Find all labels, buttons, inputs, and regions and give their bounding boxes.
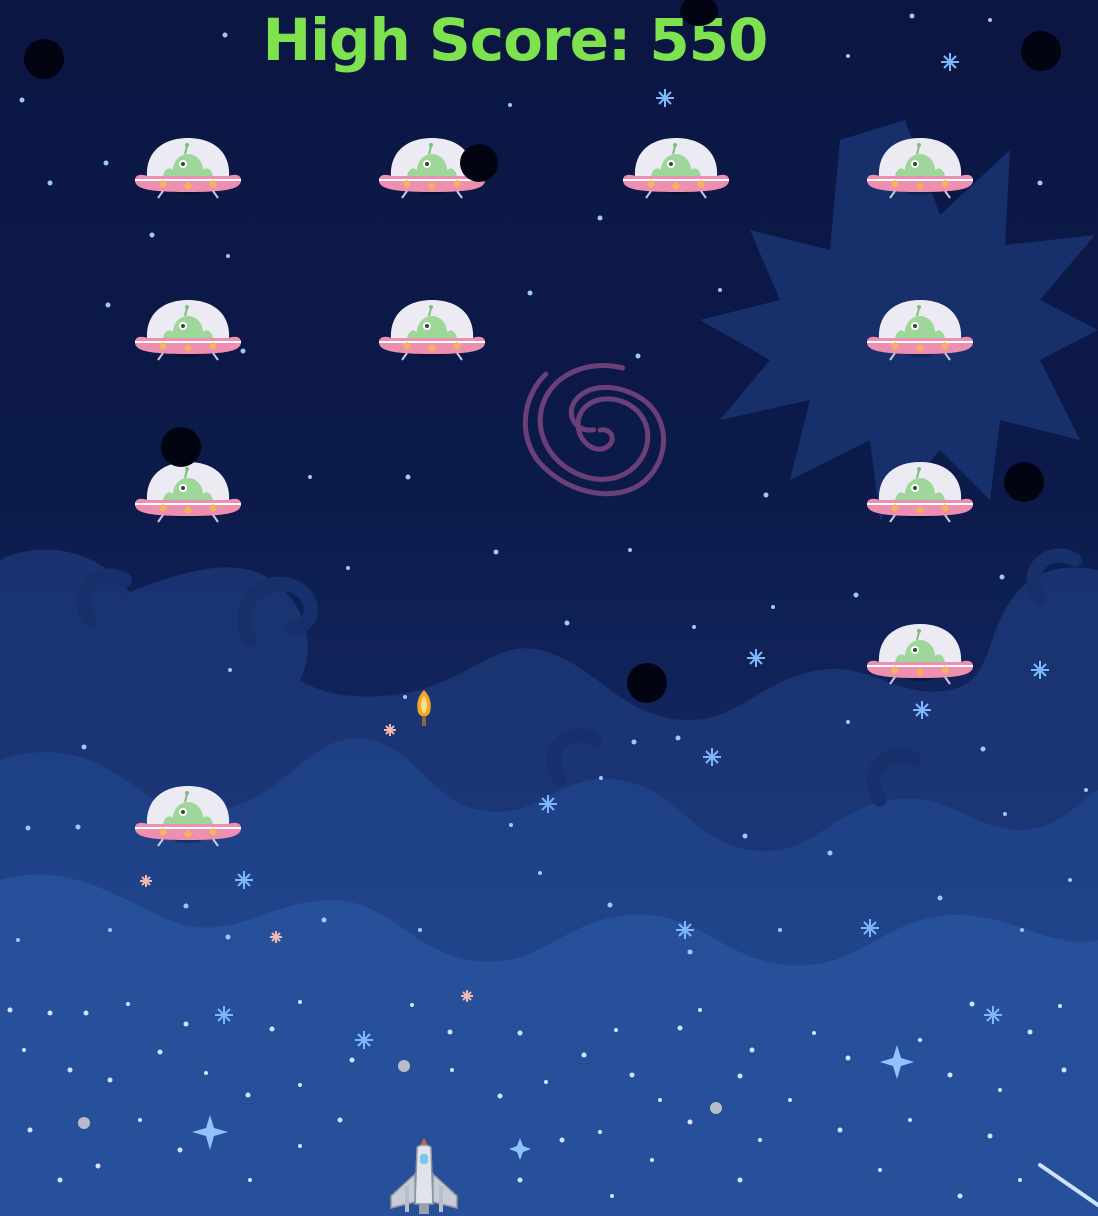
alien-ufo-icon — [134, 785, 242, 847]
flame-bullet-icon — [417, 690, 431, 726]
alien-ufo-icon — [866, 623, 974, 685]
game-canvas[interactable]: High Score: 550 — [0, 0, 1098, 1216]
black-bomb-icon — [24, 39, 64, 79]
alien-ufo-icon — [134, 461, 242, 523]
alien-ufo-icon — [134, 137, 242, 199]
black-bomb-icon — [460, 144, 498, 182]
alien-ufo-icon — [622, 137, 730, 199]
alien-ufo-icon — [866, 299, 974, 361]
black-bomb-icon — [161, 427, 201, 467]
rocket-ship-icon[interactable] — [383, 1134, 465, 1216]
alien-ufo-icon — [866, 461, 974, 523]
alien-ufo-icon — [378, 299, 486, 361]
black-bomb-icon — [1021, 31, 1061, 71]
black-bomb-icon — [627, 663, 667, 703]
alien-ufo-icon — [134, 299, 242, 361]
high-score-label: High Score: 550 — [262, 6, 769, 74]
black-bomb-icon — [1004, 462, 1044, 502]
alien-ufo-icon — [866, 137, 974, 199]
galaxy-spiral-icon — [522, 363, 667, 497]
